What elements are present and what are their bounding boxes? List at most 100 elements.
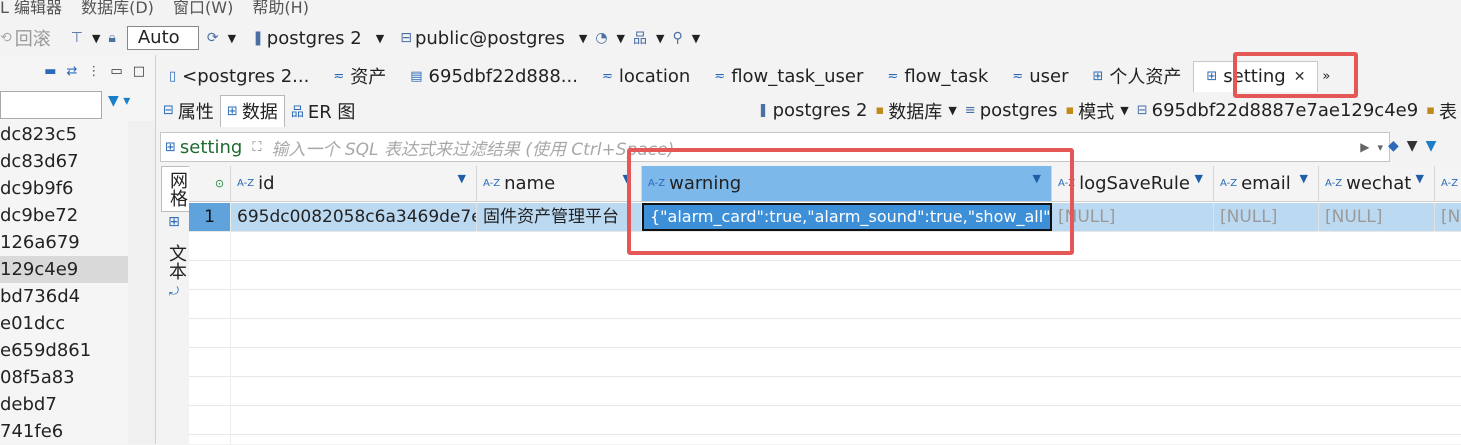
crumb-database-label[interactable]: ▪ 数据库 ▼ bbox=[876, 98, 957, 124]
minimize-icon[interactable]: ▭ bbox=[110, 64, 122, 79]
navigator-list: dc823c5 dc83d67 dc9b9f6 dc9be72 126a679 … bbox=[0, 121, 128, 445]
tab-location[interactable]: ≂ location bbox=[590, 61, 702, 91]
menu-database[interactable]: 数据库(D) bbox=[81, 0, 154, 17]
tab-document[interactable]: ▤ 695dbf22d888... bbox=[398, 61, 590, 91]
list-item[interactable]: debd7 bbox=[0, 391, 128, 418]
folder-icon: ▪ bbox=[875, 103, 885, 118]
view-icon: ≂ bbox=[887, 68, 899, 84]
crumb-table-label[interactable]: ▪ 表 bbox=[1426, 98, 1457, 124]
text-view-icon: ⤾ bbox=[169, 284, 179, 298]
list-item[interactable]: e01dcc bbox=[0, 310, 128, 337]
list-item[interactable]: 741fe6 bbox=[0, 418, 128, 445]
cell-email[interactable]: [NULL] bbox=[1214, 203, 1319, 231]
lock-icon: 🔒︎ bbox=[108, 30, 116, 46]
filter-icon[interactable]: ▼ ▾ bbox=[108, 93, 130, 109]
menu-editor[interactable]: L 编辑器 bbox=[0, 0, 62, 17]
crumb-database[interactable]: ≡ postgres bbox=[965, 100, 1058, 121]
auto-commit-field[interactable]: Auto bbox=[126, 26, 199, 50]
chevron-down-icon: ▼ bbox=[375, 31, 385, 45]
crumb-connection[interactable]: ❚ postgres 2 bbox=[758, 100, 868, 121]
chevron-down-icon: ▼ bbox=[578, 31, 588, 45]
history-dropdown-icon[interactable]: ▾ bbox=[1377, 141, 1383, 154]
dashboard-button[interactable]: ◔ ▼ bbox=[595, 30, 625, 46]
list-item[interactable]: dc9b9f6 bbox=[0, 175, 128, 202]
column-header-wechat[interactable]: A-Z wechat ▼ bbox=[1319, 166, 1435, 202]
chevron-down-icon[interactable]: ▼ bbox=[1300, 172, 1308, 185]
cell-wechat[interactable]: [NULL] bbox=[1319, 203, 1435, 231]
column-header-email[interactable]: A-Z email ▼ bbox=[1214, 166, 1319, 202]
subtab-data[interactable]: ⊞ 数据 bbox=[219, 94, 285, 127]
menu-bar: L 编辑器 数据库(D) 窗口(W) 帮助(H) bbox=[0, 0, 323, 17]
tab-personal-assets[interactable]: ⊞ 个人资产 bbox=[1080, 61, 1193, 91]
schema-icon: ⊟ bbox=[1136, 103, 1148, 118]
tab-sql-console[interactable]: ▯ <postgres 2... bbox=[157, 61, 321, 91]
chevron-down-icon[interactable]: ▼ bbox=[1416, 172, 1424, 185]
list-item[interactable]: 126a679 bbox=[0, 229, 128, 256]
chevron-down-icon[interactable]: ▼ bbox=[1407, 138, 1418, 154]
crumb-schema-label[interactable]: ▪ 模式 ▼ bbox=[1065, 98, 1128, 124]
play-icon[interactable]: ▶ bbox=[1360, 140, 1369, 154]
lock-button[interactable]: 🔒︎ bbox=[108, 30, 118, 46]
subtab-properties[interactable]: ⊟ 属性 bbox=[157, 95, 220, 126]
chevron-down-icon[interactable]: ▼ bbox=[1195, 172, 1203, 185]
connection-selector[interactable]: ❚ postgres 2 ▼ bbox=[252, 28, 384, 49]
tab-text[interactable]: 文本 bbox=[161, 240, 191, 284]
list-item-selected[interactable]: 129c4e9 bbox=[0, 256, 128, 283]
tab-user[interactable]: ≂ user bbox=[1000, 61, 1080, 91]
sort-text-icon: A-Z bbox=[1441, 178, 1459, 189]
history-button[interactable]: ⟳ ▼ bbox=[207, 30, 236, 46]
view-icon: ≂ bbox=[714, 68, 726, 84]
list-item[interactable]: dc823c5 bbox=[0, 121, 128, 148]
list-item[interactable]: dc9be72 bbox=[0, 202, 128, 229]
tab-assets[interactable]: ≂ 资产 bbox=[321, 61, 398, 91]
cell-id[interactable]: 695dc0082058c6a3469de7e3 bbox=[231, 203, 477, 231]
crumb-table[interactable]: ⊟ 695dbf22d8887e7ae129c4e9 bbox=[1137, 100, 1418, 121]
maximize-icon[interactable]: □ bbox=[133, 64, 145, 79]
filter-input[interactable]: 输入一个 SQL 表达式来过滤结果 (使用 Ctrl+Space) bbox=[271, 135, 674, 160]
view-icon: ≂ bbox=[333, 68, 345, 84]
eraser-icon[interactable]: ◆ bbox=[1388, 138, 1399, 154]
column-divider bbox=[230, 202, 231, 444]
highlight-tab-setting bbox=[1233, 52, 1358, 98]
expand-icon: ⛶ bbox=[252, 139, 262, 155]
network-button[interactable]: 品 ▼ bbox=[633, 28, 664, 48]
search-button[interactable]: ⚲ ▼ bbox=[672, 30, 700, 46]
main-toolbar: ⟲ 回滚 ⊤ ▼ 🔒︎ Auto ⟳ ▼ ❚ postgres 2 ▼ ⊟ publi… bbox=[0, 22, 1461, 54]
filter-icon[interactable]: ▼ bbox=[1426, 138, 1437, 154]
list-item[interactable]: bd736d4 bbox=[0, 283, 128, 310]
column-header-id[interactable]: A-Z id ▼ bbox=[231, 166, 477, 202]
column-header-logsaverule[interactable]: A-Z logSaveRule ▼ bbox=[1052, 166, 1214, 202]
list-item[interactable]: e659d861 bbox=[0, 337, 128, 364]
schema-selector[interactable]: ⊟ public@postgres ▼ bbox=[400, 28, 587, 49]
editor-subtabs: ⊟ 属性 ⊞ 数据 品 ER 图 ❚ postgres 2 ▪ 数据库 ▼ ≡ postgre… bbox=[157, 94, 1461, 127]
rollback-button[interactable]: ⟲ 回滚 bbox=[0, 25, 51, 51]
navigator-panel: ▬ ⇄ ⋮ ▭ □ ▼ ▾ dc823c5 dc83d67 dc9b9f6 dc… bbox=[0, 55, 156, 444]
chevron-down-icon[interactable]: ▼ bbox=[458, 172, 466, 185]
navigator-scrollbar[interactable] bbox=[128, 121, 155, 444]
cell-name[interactable]: 固件资产管理平台 bbox=[477, 203, 642, 231]
tab-flow-task[interactable]: ≂ flow_task bbox=[875, 61, 1000, 91]
row-number-header[interactable]: ⊙ bbox=[189, 166, 231, 202]
empty-row bbox=[189, 261, 1461, 290]
transaction-mode-button[interactable]: ⊤ ▼ bbox=[71, 30, 101, 46]
column-header-name[interactable]: A-Z name ▼ bbox=[477, 166, 642, 202]
er-diagram-icon: 品 bbox=[290, 105, 304, 120]
list-item[interactable]: 08f5a83 bbox=[0, 364, 128, 391]
list-item[interactable]: dc83d67 bbox=[0, 148, 128, 175]
menu-window[interactable]: 窗口(W) bbox=[173, 0, 233, 17]
menu-help[interactable]: 帮助(H) bbox=[252, 0, 309, 17]
more-icon[interactable]: ⋮ bbox=[87, 64, 100, 79]
collapse-icon[interactable]: ▬ bbox=[44, 64, 56, 79]
row-number[interactable]: 1 bbox=[189, 203, 230, 231]
link-icon[interactable]: ⇄ bbox=[67, 64, 78, 79]
properties-icon: ⊟ bbox=[163, 103, 174, 118]
navigator-filter-input[interactable] bbox=[0, 91, 102, 119]
subtab-er-diagram[interactable]: 品 ER 图 bbox=[285, 95, 362, 126]
breadcrumb: ❚ postgres 2 ▪ 数据库 ▼ ≡ postgres ▪ 模式 ▼ ⊟ 695dbf… bbox=[758, 98, 1461, 124]
tab-flow-task-user[interactable]: ≂ flow_task_user bbox=[702, 61, 875, 91]
column-header-next[interactable]: A-Z bbox=[1435, 166, 1461, 202]
grid-icon: ⊞ bbox=[168, 214, 180, 230]
cell-logsaverule[interactable]: [NULL] bbox=[1052, 203, 1214, 231]
chevron-down-icon: ▼ bbox=[691, 31, 701, 45]
cell-next[interactable]: [N bbox=[1435, 203, 1461, 231]
